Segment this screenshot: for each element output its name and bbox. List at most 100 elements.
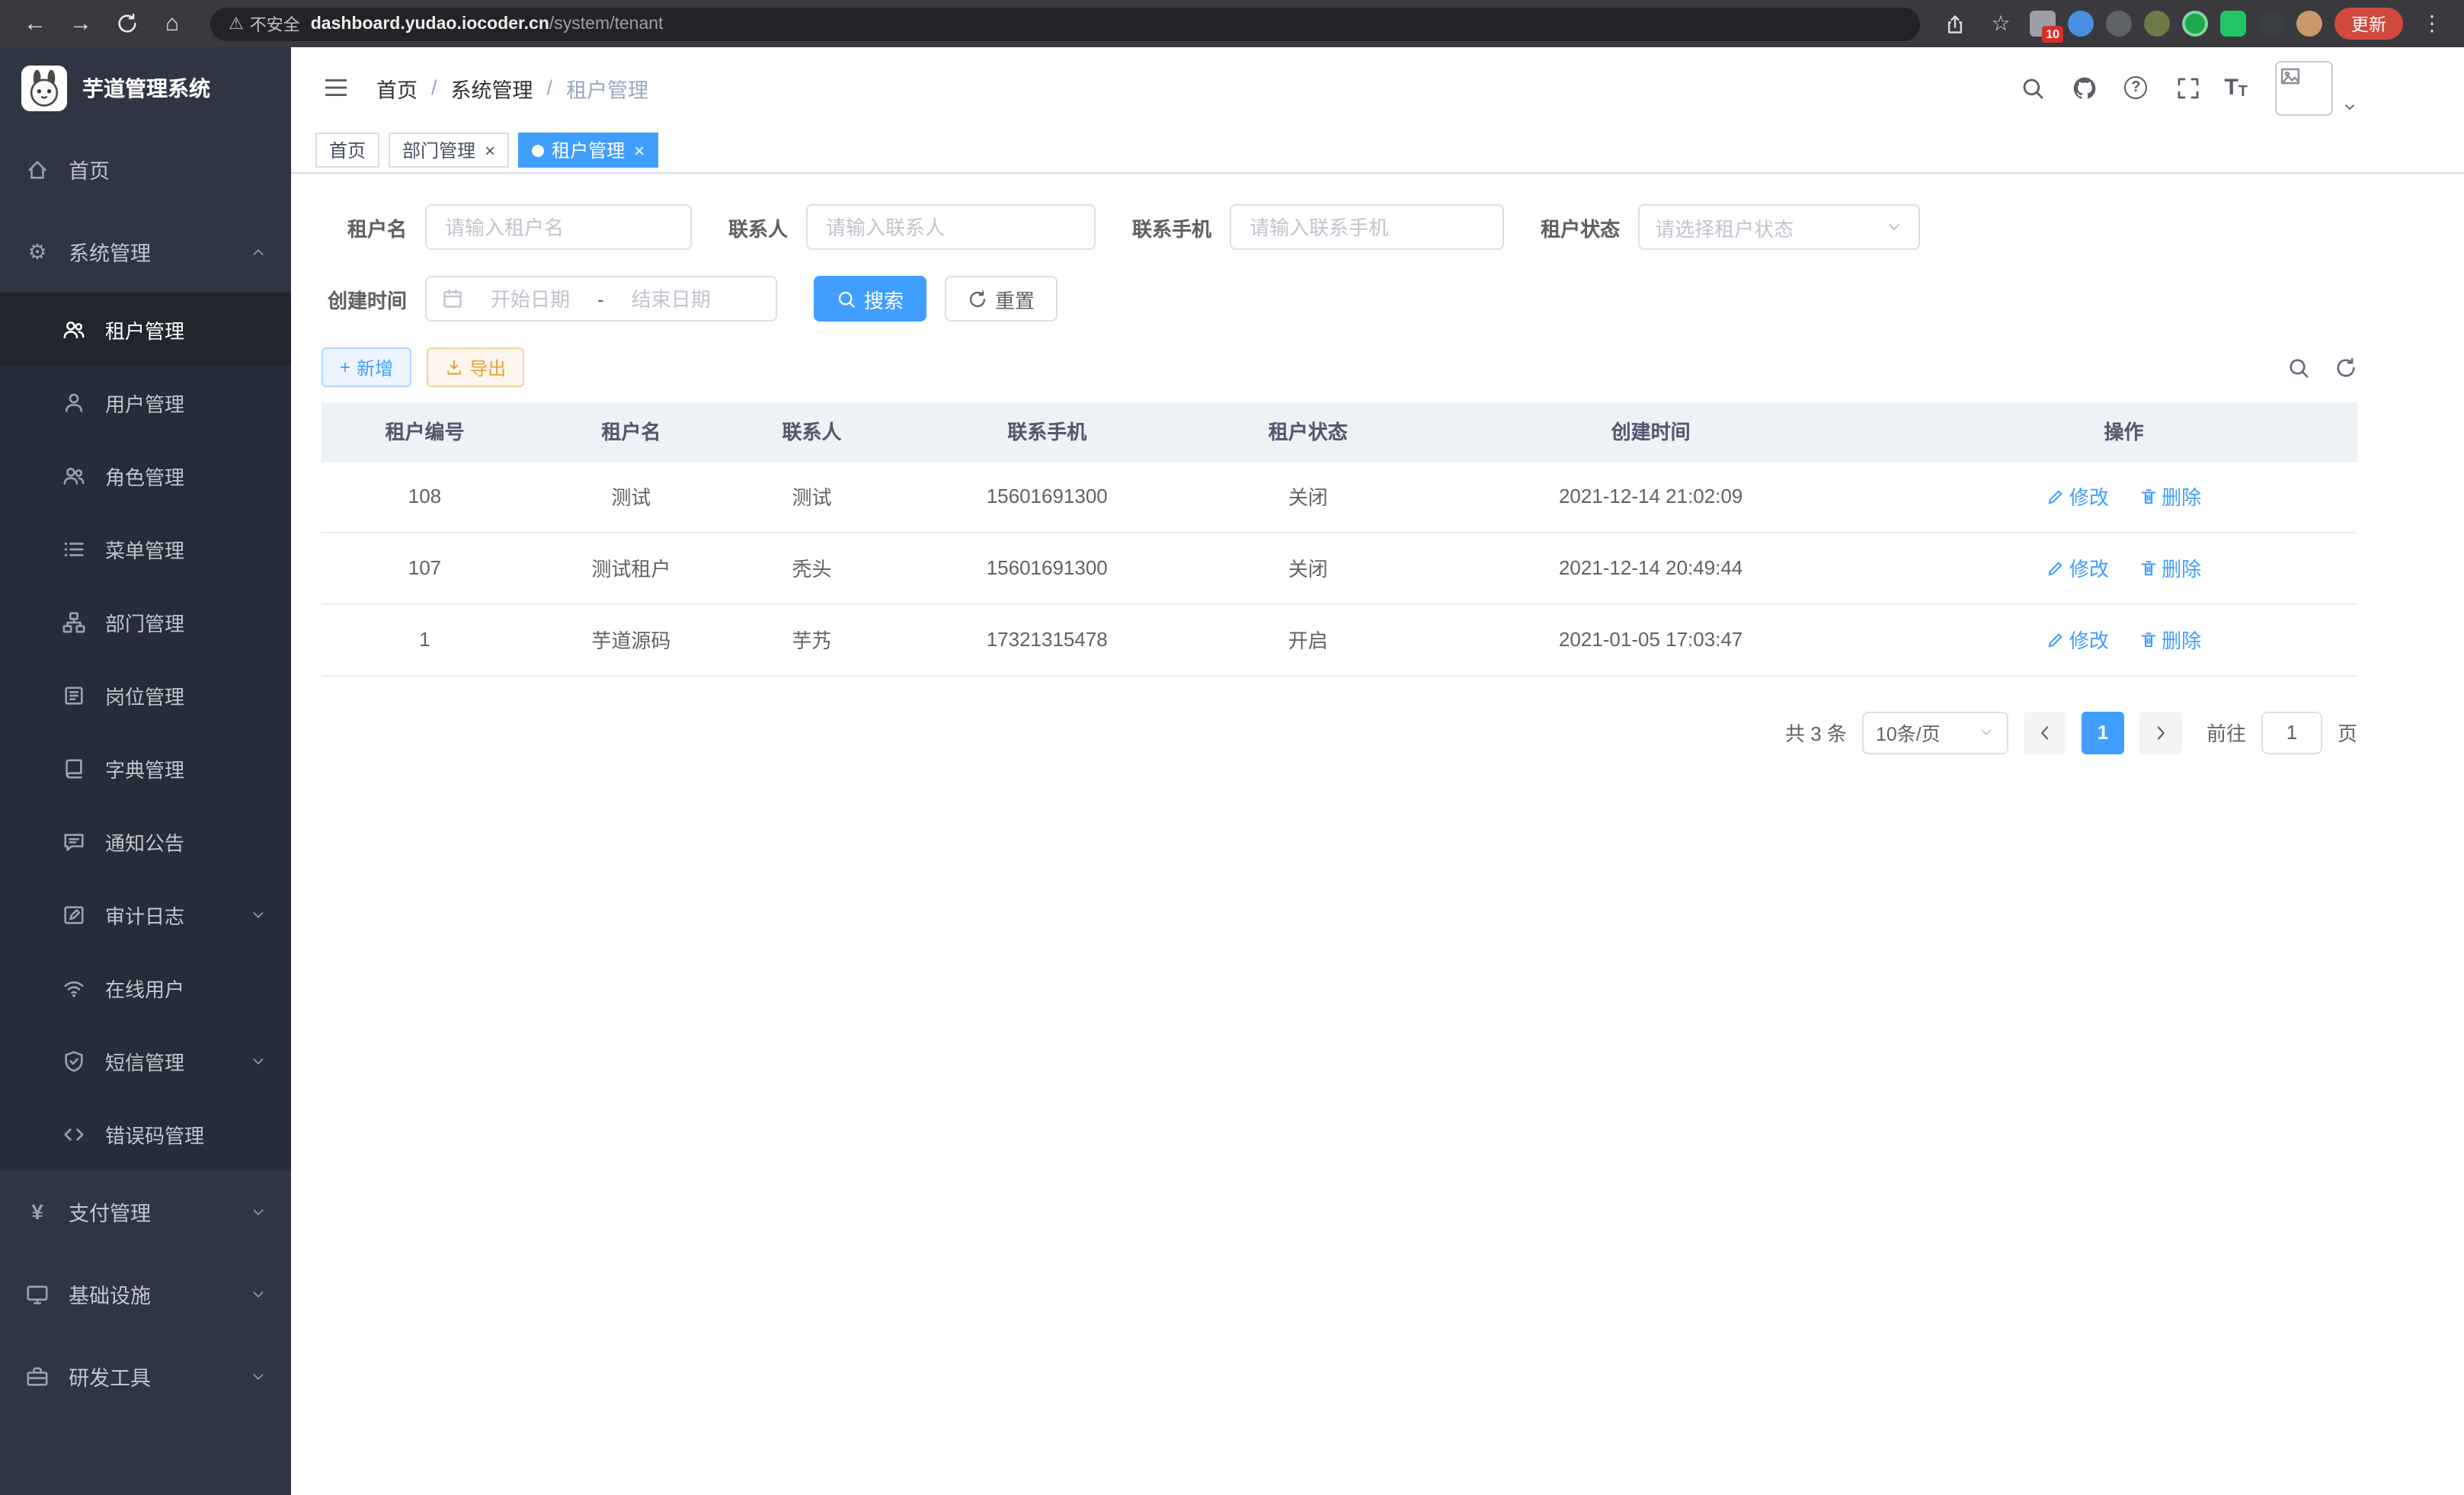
sidebar-item-dict[interactable]: 字典管理	[0, 731, 291, 805]
site-security[interactable]: ⚠ 不安全	[229, 11, 300, 36]
tenant-name-input[interactable]	[425, 204, 692, 250]
sidebar-item-dev-tools[interactable]: 研发工具	[0, 1335, 291, 1417]
add-button[interactable]: + 新增	[322, 347, 411, 387]
chevron-left-icon	[2036, 723, 2054, 741]
refresh-table-button[interactable]	[2334, 356, 2357, 379]
delete-link[interactable]: 删除	[2139, 553, 2201, 582]
edit-link[interactable]: 修改	[2046, 553, 2109, 582]
breadcrumb-current: 租户管理	[566, 72, 648, 103]
extension-pinned-icon[interactable]: 10	[2030, 11, 2056, 37]
refresh-icon	[968, 289, 987, 309]
next-page-button[interactable]	[2139, 711, 2182, 754]
sidebar-item-system[interactable]: ⚙ 系统管理	[0, 210, 291, 293]
sidebar-item-menu[interactable]: 菜单管理	[0, 512, 291, 585]
chevron-down-icon	[1978, 724, 1995, 741]
close-icon[interactable]: ×	[485, 141, 495, 159]
browser-reload-button[interactable]	[107, 4, 146, 43]
sidebar-item-user[interactable]: 用户管理	[0, 366, 291, 439]
sidebar-item-sms[interactable]: 短信管理	[0, 1024, 291, 1097]
font-size-button[interactable]: TT	[2218, 75, 2254, 101]
browser-update-button[interactable]: 更新	[2334, 8, 2403, 40]
trash-icon	[2139, 559, 2157, 577]
extension-dark-icon[interactable]	[2106, 11, 2132, 37]
edit-link[interactable]: 修改	[2046, 625, 2109, 654]
search-button-label: 搜索	[864, 284, 904, 313]
sidebar-item-notice[interactable]: 通知公告	[0, 805, 291, 878]
tab-dept[interactable]: 部门管理 ×	[389, 133, 509, 168]
back-icon: ←	[24, 11, 46, 37]
date-start-input[interactable]	[472, 287, 588, 310]
breadcrumb-home[interactable]: 首页	[376, 72, 418, 103]
extension-green-circle-icon[interactable]	[2182, 11, 2208, 37]
tab-home[interactable]: 首页	[315, 133, 379, 168]
contact-input[interactable]	[806, 204, 1096, 250]
reset-button[interactable]: 重置	[945, 276, 1058, 322]
collapse-sidebar-button[interactable]	[312, 65, 358, 110]
prev-page-button[interactable]	[2024, 711, 2066, 754]
close-icon[interactable]: ×	[634, 141, 645, 159]
extension-olive-icon[interactable]	[2144, 11, 2170, 37]
phone-input[interactable]	[1230, 204, 1504, 250]
browser-forward-button[interactable]: →	[61, 4, 101, 43]
cell-created: 2021-12-14 21:02:09	[1411, 460, 1890, 532]
sidebar-item-infra[interactable]: 基础设施	[0, 1253, 291, 1335]
navbar-actions: ? TT	[2011, 60, 2357, 115]
sidebar-item-online-user[interactable]: 在线用户	[0, 951, 291, 1024]
logo-image	[21, 65, 67, 110]
breadcrumb-system[interactable]: 系统管理	[451, 72, 533, 103]
extension-drop-icon[interactable]	[2068, 11, 2094, 37]
sidebar-item-role[interactable]: 角色管理	[0, 439, 291, 512]
github-button[interactable]	[2062, 66, 2105, 109]
share-button[interactable]	[1938, 7, 1972, 40]
chevron-down-icon	[250, 906, 267, 923]
plus-icon: +	[340, 357, 350, 378]
address-bar[interactable]: ⚠ 不安全 dashboard.yudao.iocoder.cn/system/…	[210, 7, 1920, 40]
sidebar-item-label: 用户管理	[105, 388, 184, 417]
page-size-select[interactable]: 10条/页	[1862, 711, 2008, 754]
docs-button[interactable]: ?	[2114, 66, 2157, 109]
fullscreen-button[interactable]	[2166, 66, 2209, 109]
edit-link[interactable]: 修改	[2046, 482, 2109, 511]
sidebar-item-audit-log[interactable]: 审计日志	[0, 878, 291, 951]
chevron-down-icon	[250, 1368, 267, 1385]
status-select[interactable]: 请选择租户状态	[1638, 204, 1920, 250]
delete-link[interactable]: 删除	[2139, 482, 2201, 511]
book-icon	[61, 757, 87, 780]
browser-home-button[interactable]: ⌂	[152, 4, 192, 43]
sidebar: 芋道管理系统 首页 ⚙ 系统管理 租户管理 用户管理	[0, 47, 291, 1495]
sidebar-item-label: 首页	[69, 154, 110, 184]
export-button[interactable]: 导出	[427, 347, 524, 387]
page-1-button[interactable]: 1	[2082, 711, 2124, 754]
browser-menu-button[interactable]: ⋮	[2415, 7, 2449, 40]
toggle-search-button[interactable]	[2287, 356, 2310, 379]
date-range-picker[interactable]: -	[425, 276, 777, 322]
breadcrumb-separator: /	[431, 76, 437, 99]
cell-actions: 修改 删除	[1890, 460, 2357, 532]
logo[interactable]: 芋道管理系统	[0, 47, 291, 128]
col-contact: 联系人	[734, 402, 889, 460]
sidebar-item-post[interactable]: 岗位管理	[0, 658, 291, 731]
profile-avatar[interactable]	[2296, 11, 2322, 37]
user-avatar[interactable]	[2275, 60, 2333, 115]
search-button[interactable]: 搜索	[814, 276, 926, 322]
extension-green-square-icon[interactable]	[2220, 11, 2246, 37]
sidebar-item-dept[interactable]: 部门管理	[0, 585, 291, 658]
user-menu-caret[interactable]	[2342, 62, 2357, 114]
wifi-icon	[61, 976, 87, 999]
date-end-input[interactable]	[613, 287, 729, 310]
delete-link[interactable]: 删除	[2139, 625, 2201, 654]
sidebar-item-tenant[interactable]: 租户管理	[0, 293, 291, 366]
header-search-button[interactable]	[2011, 66, 2053, 109]
user-icon	[61, 391, 87, 414]
tags-view: 首页 部门管理 × 租户管理 ×	[291, 128, 2464, 174]
browser-back-button[interactable]: ←	[15, 4, 55, 43]
tab-tenant[interactable]: 租户管理 ×	[518, 133, 658, 168]
sidebar-item-home[interactable]: 首页	[0, 128, 291, 210]
trash-icon	[2139, 487, 2157, 505]
sidebar-item-error-code[interactable]: 错误码管理	[0, 1097, 291, 1170]
goto-page-input[interactable]	[2261, 711, 2322, 754]
extensions-puzzle-icon[interactable]	[2258, 11, 2284, 37]
warning-icon: ⚠	[229, 14, 244, 34]
bookmark-button[interactable]: ☆	[1984, 7, 2018, 40]
sidebar-item-payment[interactable]: ¥ 支付管理	[0, 1170, 291, 1253]
